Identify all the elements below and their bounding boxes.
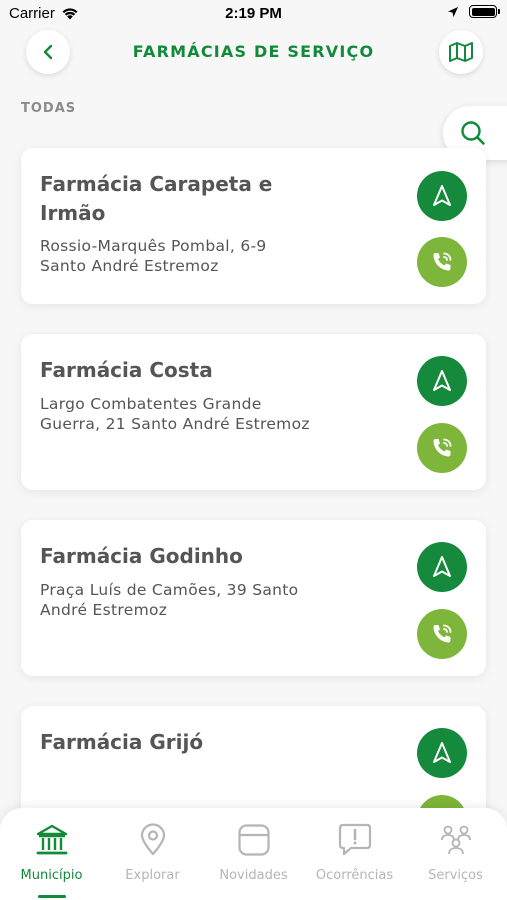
map-icon (449, 42, 473, 62)
pharmacy-name: Farmácia Carapeta e Irmão (40, 172, 273, 225)
tab-label: Município (20, 868, 83, 883)
pharmacy-name: Farmácia Grijó (40, 730, 204, 754)
tab-label: Novidades (219, 868, 288, 883)
phone-call-icon (433, 252, 452, 271)
navigation-arrow-icon (433, 742, 451, 763)
battery-icon (469, 5, 500, 18)
status-time: 2:19 PM (225, 5, 282, 22)
phone-call-icon (433, 438, 452, 457)
pharmacy-name: Farmácia Costa (40, 358, 213, 382)
pharmacy-card[interactable]: Farmácia Godinho Praça Luís de Camões, 3… (21, 520, 486, 676)
tab-label: Ocorrências (315, 868, 394, 883)
call-button[interactable] (417, 609, 467, 659)
services-icon (440, 825, 471, 855)
location-pin-icon (140, 823, 165, 856)
pharmacy-address: Praça Luís de Camões, 39 Santo André Est… (40, 581, 299, 619)
page-title: FARMÁCIAS DE SERVIÇO (132, 42, 375, 61)
directions-button[interactable] (417, 542, 467, 592)
navigation-arrow-icon (433, 556, 451, 577)
tab-bar: Município Explorar Novidades Ocorrências… (0, 808, 507, 900)
building-icon (36, 824, 67, 855)
tab-servicos[interactable]: Serviços (405, 808, 506, 900)
pharmacy-card[interactable]: Farmácia Costa Largo Combatentes Grande … (21, 334, 486, 490)
navigation-arrow-icon (433, 185, 451, 206)
tab-novidades[interactable]: Novidades (203, 808, 304, 900)
directions-button[interactable] (417, 356, 467, 406)
navigation-arrow-icon (433, 370, 451, 391)
call-button[interactable] (417, 423, 467, 473)
tab-municipio[interactable]: Município (1, 808, 102, 900)
directions-button[interactable] (417, 728, 467, 778)
status-bar: Carrier 2:19 PM (0, 0, 507, 28)
tab-label: Serviços (428, 868, 483, 883)
tab-ocorrencias[interactable]: Ocorrências (304, 808, 405, 900)
section-label: TODAS (21, 101, 77, 116)
status-right (447, 5, 500, 18)
search-icon (461, 121, 485, 145)
news-icon (237, 824, 270, 856)
tab-label: Explorar (125, 868, 180, 883)
tab-explorar[interactable]: Explorar (102, 808, 203, 900)
map-button[interactable] (439, 30, 483, 74)
location-arrow-icon (448, 6, 458, 17)
directions-button[interactable] (417, 171, 467, 221)
call-button[interactable] (417, 237, 467, 287)
phone-call-icon (433, 624, 452, 643)
pharmacy-name: Farmácia Godinho (40, 544, 243, 568)
pharmacy-address: Rossio-Marquês Pombal, 6-9 Santo André E… (40, 237, 267, 275)
pharmacy-address: Largo Combatentes Grande Guerra, 21 Sant… (40, 395, 310, 433)
header: FARMÁCIAS DE SERVIÇO (0, 28, 507, 80)
active-tab-indicator (38, 895, 66, 898)
pharmacy-card[interactable]: Farmácia Carapeta e Irmão Rossio-Marquês… (21, 148, 486, 304)
alert-bubble-icon (338, 823, 371, 856)
